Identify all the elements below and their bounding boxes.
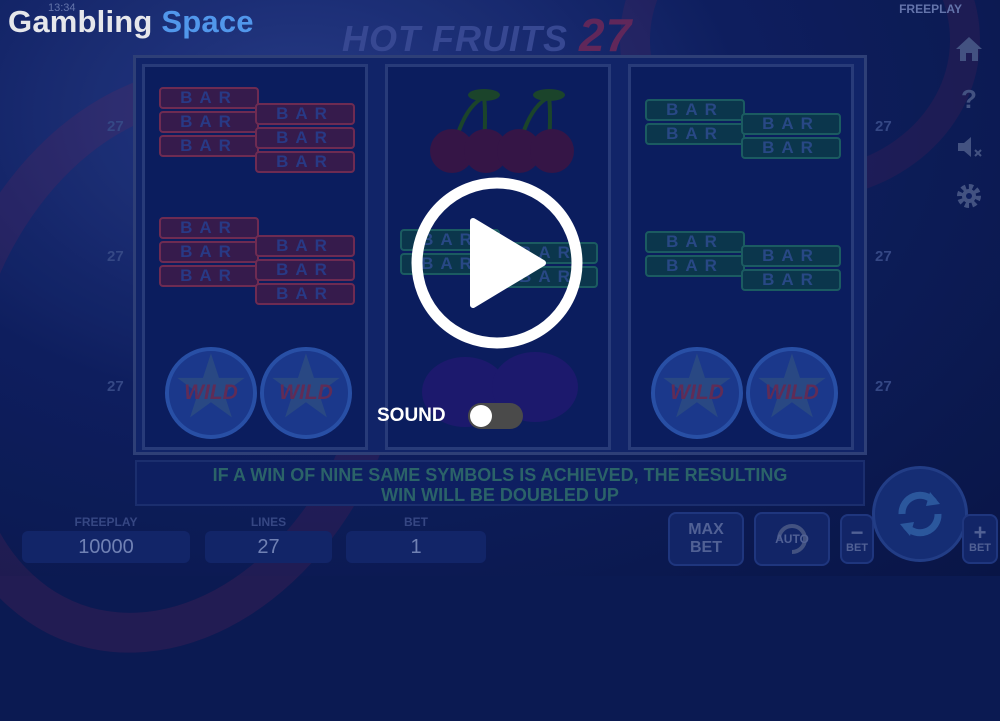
sound-toggle[interactable]	[468, 403, 523, 429]
toggle-knob	[470, 405, 492, 427]
play-icon[interactable]	[407, 173, 587, 353]
sound-label: SOUND	[377, 405, 446, 426]
